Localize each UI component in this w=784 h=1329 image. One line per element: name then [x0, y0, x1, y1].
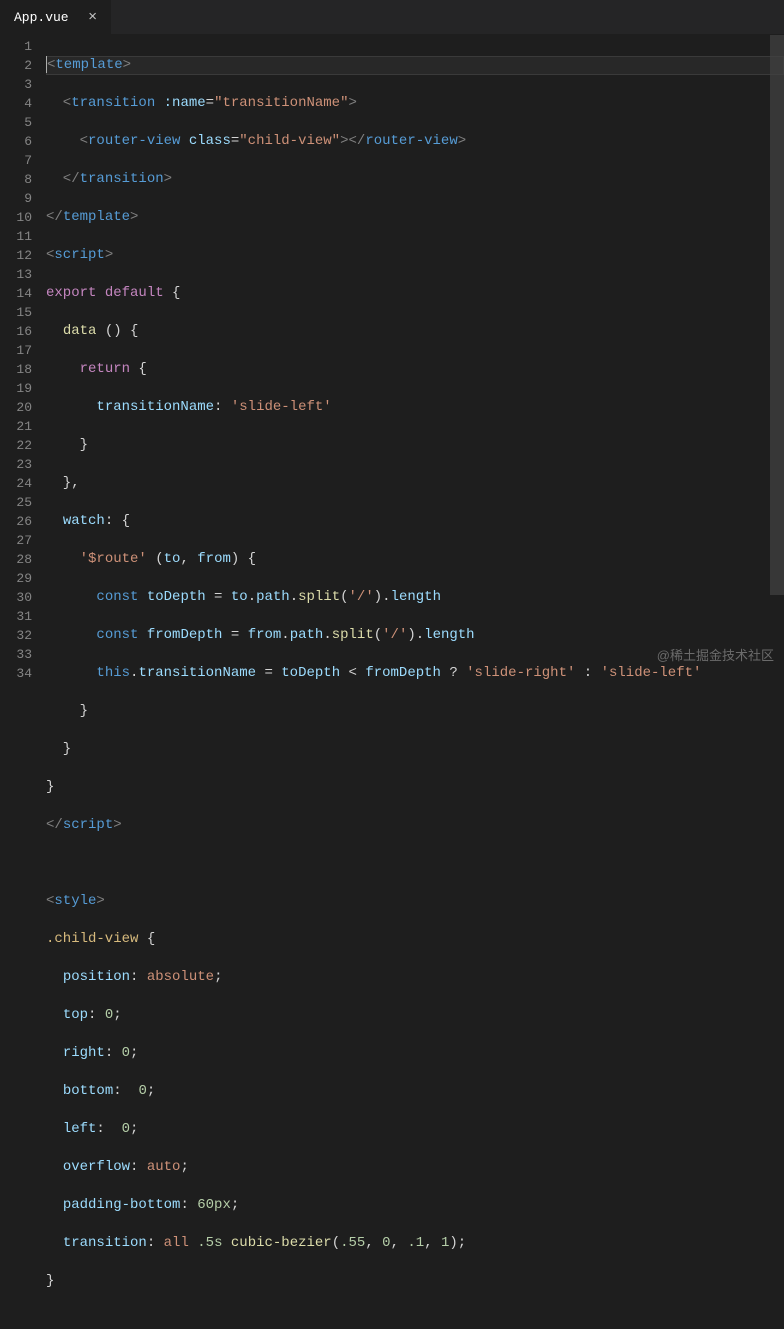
code-line: transition: all .5s cubic-bezier(.55, 0,… [46, 1234, 784, 1253]
tab-bar: App.vue × [0, 0, 784, 35]
line-number: 11 [0, 227, 32, 246]
code-line: const fromDepth = from.path.split('/').l… [46, 626, 784, 645]
code-line [46, 854, 784, 873]
tab-app-vue[interactable]: App.vue × [0, 0, 111, 35]
line-number: 24 [0, 474, 32, 493]
code-line: </script> [46, 816, 784, 835]
code-line: </transition> [46, 170, 784, 189]
line-number: 2 [0, 56, 32, 75]
watermark: @稀土掘金技术社区 [657, 645, 774, 664]
code-line: overflow: auto; [46, 1158, 784, 1177]
code-line: watch: { [46, 512, 784, 531]
code-line: transitionName: 'slide-left' [46, 398, 784, 417]
line-number: 26 [0, 512, 32, 531]
line-number: 16 [0, 322, 32, 341]
line-number: 25 [0, 493, 32, 512]
vertical-scrollbar[interactable] [770, 35, 784, 670]
line-number: 6 [0, 132, 32, 151]
line-number: 15 [0, 303, 32, 322]
code-line: } [46, 1272, 784, 1291]
line-number-gutter: 1234567891011121314151617181920212223242… [0, 35, 46, 1329]
code-line: }, [46, 474, 784, 493]
code-line: position: absolute; [46, 968, 784, 987]
code-line: <router-view class="child-view"></router… [46, 132, 784, 151]
code-line: <style> [46, 892, 784, 911]
editor: 1234567891011121314151617181920212223242… [0, 35, 784, 1329]
code-line: this.transitionName = toDepth < fromDept… [46, 664, 784, 683]
line-number: 23 [0, 455, 32, 474]
code-line: top: 0; [46, 1006, 784, 1025]
close-icon[interactable]: × [85, 10, 101, 26]
code-line: } [46, 702, 784, 721]
code-line: .child-view { [46, 930, 784, 949]
scrollbar-thumb[interactable] [770, 35, 784, 595]
line-number: 27 [0, 531, 32, 550]
line-number: 4 [0, 94, 32, 113]
tab-label: App.vue [14, 10, 69, 25]
line-number: 29 [0, 569, 32, 588]
line-number: 28 [0, 550, 32, 569]
code-line: data () { [46, 322, 784, 341]
line-number: 18 [0, 360, 32, 379]
line-number: 12 [0, 246, 32, 265]
line-number: 7 [0, 151, 32, 170]
line-number: 17 [0, 341, 32, 360]
line-number: 8 [0, 170, 32, 189]
line-number: 14 [0, 284, 32, 303]
code-line: <template> [46, 56, 784, 75]
line-number: 9 [0, 189, 32, 208]
code-line: padding-bottom: 60px; [46, 1196, 784, 1215]
line-number: 3 [0, 75, 32, 94]
line-number: 32 [0, 626, 32, 645]
line-number: 20 [0, 398, 32, 417]
line-number: 34 [0, 664, 32, 683]
code-line: <transition :name="transitionName"> [46, 94, 784, 113]
code-area[interactable]: <template> <transition :name="transition… [46, 35, 784, 1329]
code-line: export default { [46, 284, 784, 303]
line-number: 1 [0, 37, 32, 56]
line-number: 10 [0, 208, 32, 227]
line-number: 19 [0, 379, 32, 398]
line-number: 13 [0, 265, 32, 284]
code-line: const toDepth = to.path.split('/').lengt… [46, 588, 784, 607]
code-line: </template> [46, 208, 784, 227]
line-number: 31 [0, 607, 32, 626]
code-line: } [46, 436, 784, 455]
code-line: left: 0; [46, 1120, 784, 1139]
line-number: 21 [0, 417, 32, 436]
line-number: 30 [0, 588, 32, 607]
line-number: 5 [0, 113, 32, 132]
code-line: '$route' (to, from) { [46, 550, 784, 569]
code-line: right: 0; [46, 1044, 784, 1063]
line-number: 33 [0, 645, 32, 664]
code-line: } [46, 740, 784, 759]
code-line: } [46, 778, 784, 797]
code-line: bottom: 0; [46, 1082, 784, 1101]
line-number: 22 [0, 436, 32, 455]
code-line: <script> [46, 246, 784, 265]
code-line: return { [46, 360, 784, 379]
